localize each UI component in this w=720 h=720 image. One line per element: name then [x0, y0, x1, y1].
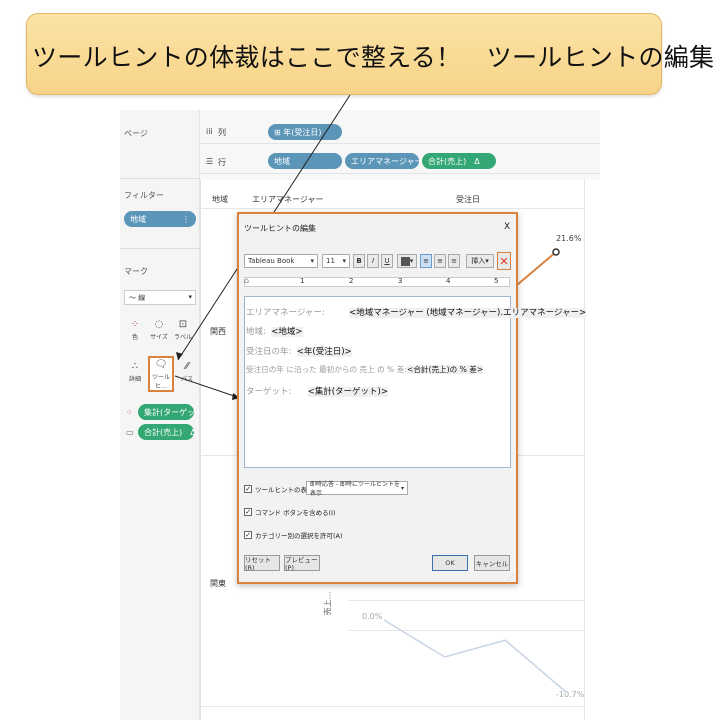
chevron-down-icon: ▾	[485, 257, 489, 265]
ruler-number: 4	[446, 277, 451, 285]
editor-line-manager: エリアマネージャー: <地域マネージャー (地域マネージャー).エリアマネージャ…	[246, 306, 587, 318]
sales-line-point[interactable]	[552, 248, 560, 256]
editor-label: エリアマネージャー:	[246, 308, 325, 318]
ok-button[interactable]: OK	[432, 555, 468, 571]
font-size-value: 11	[326, 257, 335, 265]
align-left-button[interactable]: ≡	[420, 254, 432, 268]
editor-line-region: 地域: <地域>	[246, 325, 303, 337]
sales-line-segment	[516, 251, 557, 286]
insert-button[interactable]: 挿入 ▾	[466, 254, 494, 268]
editor-label: 地域:	[246, 327, 266, 337]
tooltip-behavior-value: 即時応答 - 即時にツールヒントを表示	[310, 481, 400, 497]
chevron-down-icon: ▾	[400, 484, 404, 492]
editor-line-year: 受注日の年: <年(受注日)>	[246, 345, 352, 357]
tooltip-pointer-line	[174, 375, 241, 399]
editor-label: 受注日の年 に沿った 最初からの 売上 の % 差:	[246, 365, 407, 374]
editor-field: <集計(ターゲット)>	[307, 387, 388, 397]
bold-icon: B	[356, 257, 362, 265]
reset-button[interactable]: リセット(R)	[244, 555, 280, 572]
allow-category-label: カテゴリー別の選択を許可(A)	[255, 532, 343, 540]
chevron-down-icon: ▾	[342, 257, 346, 265]
align-center-icon: ≡	[437, 257, 443, 265]
editor-field: <合計(売上)の % 差>	[406, 365, 484, 374]
italic-button[interactable]: I	[367, 254, 379, 268]
chevron-down-icon: ▾	[409, 257, 414, 265]
align-center-button[interactable]: ≡	[434, 254, 446, 268]
font-family-select[interactable]: Tableau Book ▾	[244, 254, 318, 268]
tooltip-behavior-select[interactable]: 即時応答 - 即時にツールヒントを表示 ▾	[306, 481, 408, 497]
editor-field: <地域マネージャー (地域マネージャー).エリアマネージャー>	[349, 308, 587, 318]
ruler-number: 2	[349, 277, 354, 285]
align-right-button[interactable]: ≡	[448, 254, 460, 268]
include-command-label: コマンド ボタンを含める(I)	[255, 509, 336, 517]
clear-formatting-button[interactable]: ✕	[497, 252, 511, 270]
font-size-select[interactable]: 11 ▾	[322, 254, 350, 268]
allow-category-checkbox[interactable]: ✓ カテゴリー別の選択を許可(A)	[244, 530, 343, 540]
font-family-value: Tableau Book	[248, 257, 295, 265]
checkmark-icon: ✓	[244, 508, 252, 516]
italic-icon: I	[371, 257, 375, 265]
font-color-swatch-icon	[400, 256, 410, 266]
align-left-icon: ≡	[423, 257, 429, 265]
underline-button[interactable]: U	[381, 254, 393, 268]
bold-button[interactable]: B	[353, 254, 365, 268]
clear-icon: ✕	[499, 254, 509, 268]
cancel-button[interactable]: キャンセル	[474, 555, 510, 571]
close-button[interactable]: X	[504, 222, 510, 232]
kanto-sales-line	[383, 619, 567, 693]
ruler-number: 3	[398, 277, 403, 285]
preview-button[interactable]: プレビュー(P)	[284, 555, 320, 572]
dialog-title: ツールヒントの編集	[244, 224, 316, 233]
ruler	[244, 277, 510, 287]
ruler-indent-marker[interactable]: ⌂	[244, 276, 249, 285]
font-color-button[interactable]: ▾	[397, 254, 417, 268]
editor-line-target: ターゲット: <集計(ターゲット)>	[246, 385, 388, 397]
chevron-down-icon: ▾	[310, 257, 314, 265]
include-command-checkbox[interactable]: ✓ コマンド ボタンを含める(I)	[244, 507, 336, 517]
editor-line-pct-diff: 受注日の年 に沿った 最初からの 売上 の % 差:<合計(売上)の % 差>	[246, 364, 484, 375]
tooltip-editor[interactable]	[244, 296, 511, 468]
editor-label: ターゲット:	[246, 387, 292, 397]
resize-grip-icon[interactable]: ⋰	[508, 574, 514, 581]
editor-label: 受注日の年:	[246, 347, 292, 357]
insert-button-label: 挿入	[471, 257, 486, 265]
underline-icon: U	[384, 257, 390, 265]
ruler-number: 5	[494, 277, 499, 285]
checkmark-icon: ✓	[244, 531, 252, 539]
editor-field: <地域>	[271, 327, 303, 337]
ruler-number: 1	[300, 277, 305, 285]
editor-field: <年(受注日)>	[296, 347, 352, 357]
checkmark-icon: ✓	[244, 485, 252, 493]
align-right-icon: ≡	[451, 257, 457, 265]
